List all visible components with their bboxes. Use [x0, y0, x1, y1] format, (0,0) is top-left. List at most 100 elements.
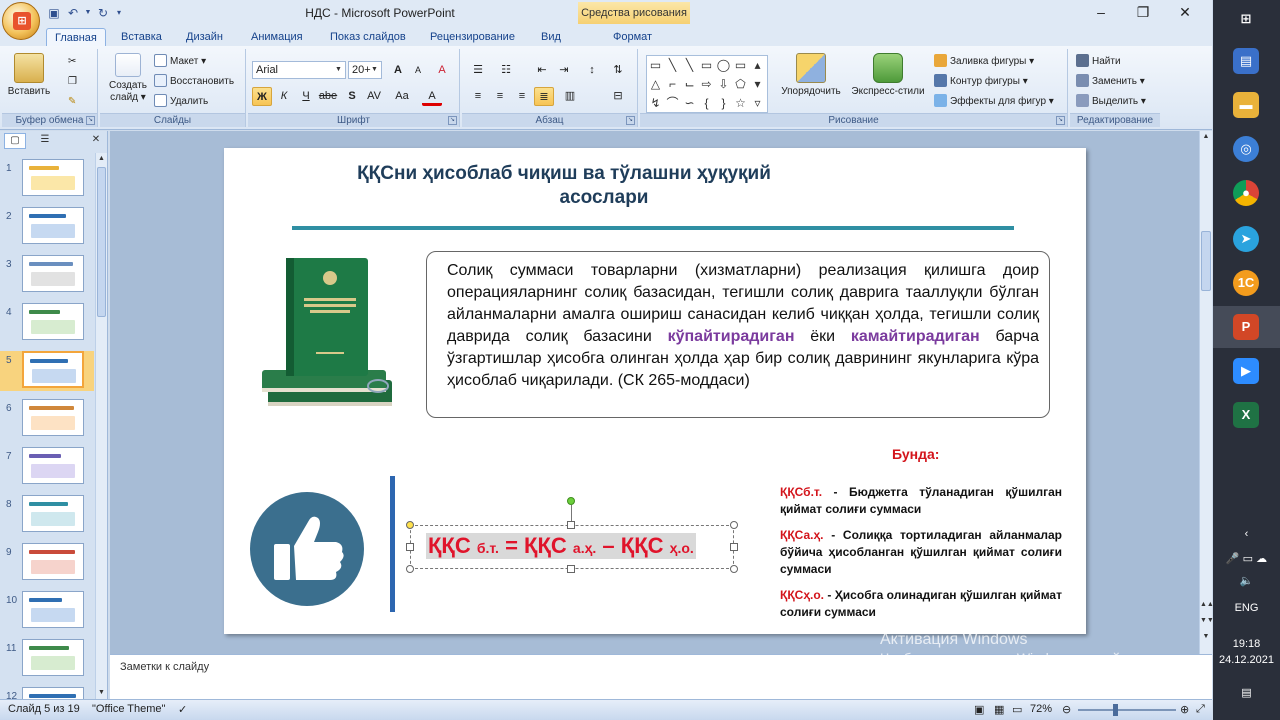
- vat-formula[interactable]: ҚҚС б.т. = ҚҚС а.ҳ. – ҚҚС ҳ.о.: [426, 533, 696, 559]
- change-case-button[interactable]: Aa: [392, 87, 412, 106]
- shape-line2-icon[interactable]: ╲: [681, 56, 698, 75]
- file-explorer-icon[interactable]: ▬: [1233, 92, 1259, 118]
- rotate-handle[interactable]: [567, 497, 575, 505]
- prev-slide-icon[interactable]: ▲▲: [1200, 599, 1214, 611]
- next-slide-icon[interactable]: ▼▼: [1200, 615, 1214, 627]
- zoom-slider[interactable]: [1078, 709, 1176, 711]
- clock-date[interactable]: 24.12.2021: [1213, 654, 1280, 666]
- tray-expand-icon[interactable]: ‹: [1213, 528, 1280, 540]
- tray-icons[interactable]: 🎤 ▭ ☁: [1213, 552, 1280, 565]
- windows-start-icon[interactable]: ⊞: [1233, 6, 1259, 32]
- shape-curve2-icon[interactable]: ∽: [681, 94, 698, 113]
- shape-brace-left-icon[interactable]: {: [698, 94, 715, 113]
- shape-scroll-up-icon[interactable]: ▴: [749, 56, 766, 75]
- shape-rect-icon[interactable]: ▭: [647, 56, 664, 75]
- bold-button[interactable]: Ж: [252, 87, 272, 106]
- slide-thumbnail[interactable]: 9: [0, 543, 94, 583]
- zoom-slider-knob[interactable]: [1113, 704, 1118, 716]
- font-size-field[interactable]: 20+ ▼: [348, 61, 382, 79]
- scroll-down-icon[interactable]: ▼: [96, 687, 107, 699]
- outline-tab-icon[interactable]: ☰: [34, 133, 56, 149]
- resize-handle-right[interactable]: [730, 543, 738, 551]
- slide-thumbnail[interactable]: 10: [0, 591, 94, 631]
- zoom-out-icon[interactable]: ⊖: [1062, 703, 1071, 716]
- paragraph-launcher-icon[interactable]: ↘: [626, 116, 635, 125]
- telegram-icon[interactable]: ➤: [1233, 226, 1259, 252]
- slide-thumbnail-image[interactable]: [22, 639, 84, 676]
- align-text-icon[interactable]: ⊟: [608, 87, 628, 106]
- drawing-launcher-icon[interactable]: ↘: [1056, 116, 1065, 125]
- font-size-dropdown-icon[interactable]: ▼: [369, 63, 380, 77]
- resize-handle-bottom-right[interactable]: [730, 565, 738, 573]
- tab-design[interactable]: Дизайн: [178, 28, 231, 46]
- columns-icon[interactable]: ▥: [560, 87, 580, 106]
- clock-time[interactable]: 19:18: [1213, 638, 1280, 650]
- line-spacing-icon[interactable]: ↕: [582, 61, 602, 80]
- shadow-button[interactable]: S: [342, 87, 362, 106]
- font-launcher-icon[interactable]: ↘: [448, 116, 457, 125]
- tab-slideshow[interactable]: Показ слайдов: [322, 28, 414, 46]
- align-center-icon[interactable]: ≡: [490, 87, 510, 106]
- copy-icon[interactable]: ❐: [68, 73, 77, 91]
- shapes-gallery[interactable]: ▭ ╲ ╲ ▭ ◯ ▭ ▴ △ ⌐ ⌙ ⇨ ⇩ ⬠ ▾ ↯ ⌒ ∽{} ☆ ▿: [646, 55, 768, 113]
- slide-thumbnail-image[interactable]: [22, 543, 84, 580]
- find-button[interactable]: Найти: [1076, 53, 1121, 71]
- scroll-up-icon[interactable]: ▲: [96, 153, 107, 165]
- strikethrough-button[interactable]: abe: [318, 87, 338, 106]
- increase-indent-icon[interactable]: ⇥: [554, 61, 574, 80]
- chrome-icon[interactable]: ●: [1233, 180, 1259, 206]
- align-right-icon[interactable]: ≡: [512, 87, 532, 106]
- task-view-icon[interactable]: ▤: [1233, 48, 1259, 74]
- slide-thumbnail-image[interactable]: [22, 399, 84, 436]
- pane-close-icon[interactable]: ✕: [90, 133, 102, 149]
- maximize-button[interactable]: ❐: [1122, 2, 1164, 22]
- resize-handle-top[interactable]: [567, 521, 575, 529]
- cut-icon[interactable]: ✂: [68, 53, 76, 71]
- slide-thumbnail[interactable]: 5: [0, 351, 94, 391]
- slide-thumbnail-image[interactable]: [22, 303, 84, 340]
- slide-thumbnail-image[interactable]: [22, 159, 84, 196]
- font-name-dropdown-icon[interactable]: ▼: [333, 63, 344, 77]
- resize-handle-top-left[interactable]: [406, 521, 414, 529]
- slide-thumbnail[interactable]: 4: [0, 303, 94, 343]
- 1c-app-icon[interactable]: 1C: [1233, 270, 1259, 296]
- shape-brace-right-icon[interactable]: }: [715, 94, 732, 113]
- zoom-level[interactable]: 72%: [1030, 703, 1052, 715]
- slide-thumbnail-image[interactable]: [22, 495, 84, 532]
- shape-line-icon[interactable]: ╲: [664, 56, 681, 75]
- grow-font-button[interactable]: A: [388, 61, 408, 80]
- slide-thumbnail[interactable]: 1: [0, 159, 94, 199]
- shape-fill-button[interactable]: Заливка фигуры ▾: [934, 53, 1034, 71]
- zoom-app-icon[interactable]: ▶: [1233, 358, 1259, 384]
- tab-format[interactable]: Формат: [605, 28, 660, 46]
- slide-thumbnail[interactable]: 2: [0, 207, 94, 247]
- slide-thumbnail-image[interactable]: [22, 591, 84, 628]
- office-button[interactable]: ⊞: [2, 2, 40, 40]
- text-direction-icon[interactable]: ⇅: [608, 61, 628, 80]
- layout-button[interactable]: Макет ▾: [154, 53, 206, 71]
- thumbs-up-icon[interactable]: [250, 492, 364, 606]
- shape-elbow-icon[interactable]: ⌐: [664, 75, 681, 94]
- powerpoint-taskbar-icon[interactable]: P: [1233, 314, 1259, 340]
- shrink-font-button[interactable]: A: [408, 61, 428, 80]
- shape-arc-icon[interactable]: ⌒: [664, 94, 681, 113]
- shape-rect2-icon[interactable]: ▭: [698, 56, 715, 75]
- shape-arrow-down-icon[interactable]: ⇩: [715, 75, 732, 94]
- tab-home[interactable]: Главная: [46, 28, 106, 46]
- underline-button[interactable]: Ч: [296, 87, 316, 106]
- thumbnails-scroll-thumb[interactable]: [97, 167, 106, 317]
- slide-thumbnail-image[interactable]: [22, 255, 84, 292]
- slideshow-view-icon[interactable]: ▭: [1012, 703, 1022, 716]
- slide-thumbnail-image[interactable]: [22, 351, 84, 388]
- zoom-in-icon[interactable]: ⊕: [1180, 703, 1189, 716]
- slide-title[interactable]: ҚҚСни ҳисоблаб чиқиш ва тўлашни ҳуқуқий …: [284, 162, 844, 210]
- tab-review[interactable]: Рецензирование: [422, 28, 523, 46]
- shape-elbow2-icon[interactable]: ⌙: [681, 75, 698, 94]
- numbering-icon[interactable]: ☷: [496, 61, 516, 80]
- shape-outline-button[interactable]: Контур фигуры ▾: [934, 73, 1028, 91]
- shape-pentagon-icon[interactable]: ⬠: [732, 75, 749, 94]
- slide-scroll-thumb[interactable]: [1201, 231, 1211, 291]
- shape-arrow-right-icon[interactable]: ⇨: [698, 75, 715, 94]
- font-color-button[interactable]: A: [422, 87, 442, 106]
- shape-effects-button[interactable]: Эффекты для фигур ▾: [934, 93, 1054, 111]
